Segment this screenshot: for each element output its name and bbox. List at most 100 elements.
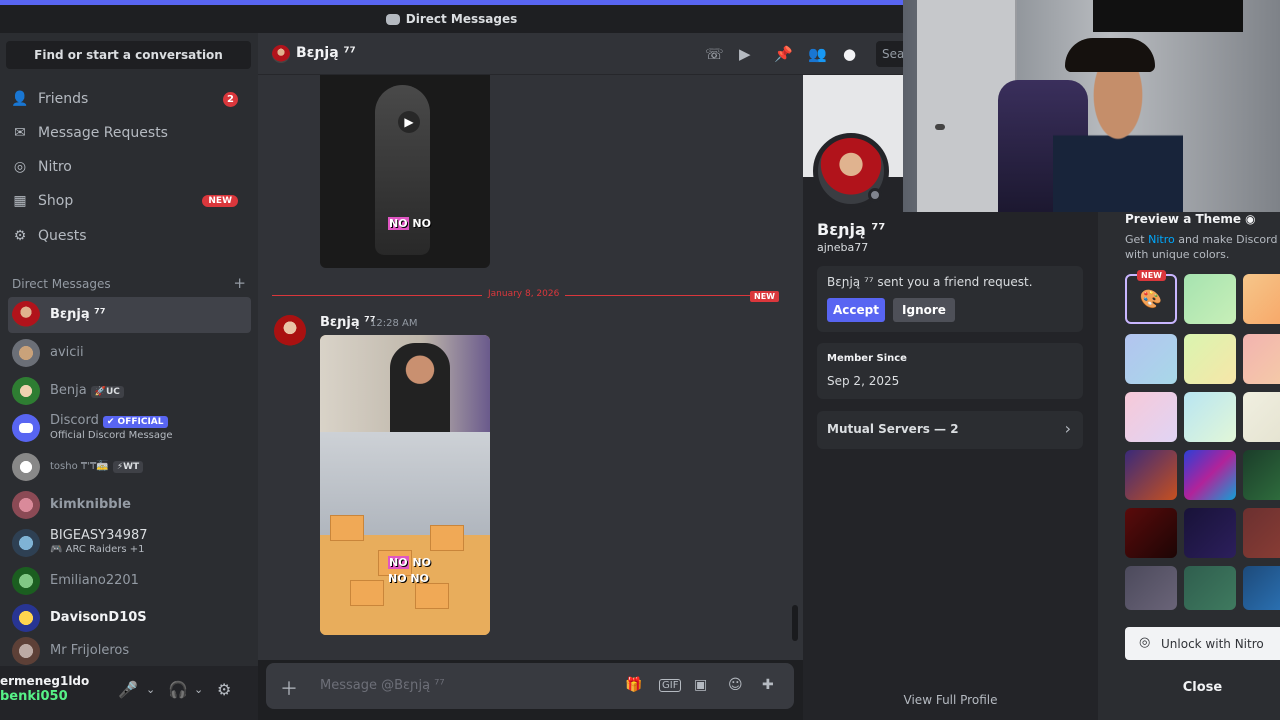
dm-item-discord[interactable]: Discord ✔ OFFICIAL Official Discord Messa… xyxy=(8,408,251,448)
phone-call-icon[interactable]: ☏ xyxy=(705,45,724,63)
chevron-right-icon: › xyxy=(1064,419,1071,438)
dm-item-benja[interactable]: Benja 🚀UC xyxy=(8,373,251,409)
sidebar-item-quests[interactable]: ⚙ Quests xyxy=(8,220,250,252)
user-info[interactable]: ermeneg1ldo benki050 xyxy=(0,674,89,704)
accept-button[interactable]: Accept xyxy=(827,298,885,322)
dm-name: Discord ✔ OFFICIAL xyxy=(50,413,173,429)
unlock-label: Unlock with Nitro xyxy=(1161,636,1264,651)
unlock-with-nitro-button[interactable]: ◎ Unlock with Nitro xyxy=(1125,627,1280,660)
sticker-icon[interactable]: ▣ xyxy=(694,677,707,693)
member-since-card: Member Since Sep 2, 2025 xyxy=(817,343,1083,399)
member-since-label: Member Since xyxy=(827,353,907,364)
dm-section-header: Direct Messages + xyxy=(12,276,246,292)
date-divider-label: January 8, 2026 xyxy=(482,289,566,299)
theme-swatch-ocean[interactable] xyxy=(1243,566,1280,610)
video-attachment[interactable]: ▶ NO NO xyxy=(320,75,490,268)
ignore-button[interactable]: Ignore xyxy=(893,298,955,322)
dm-item-avicii[interactable]: avicii xyxy=(8,335,251,371)
close-button[interactable]: Close xyxy=(1125,672,1280,702)
theme-swatch-neon[interactable] xyxy=(1184,450,1236,500)
avatar[interactable] xyxy=(274,315,306,347)
theme-swatch-sky[interactable] xyxy=(1125,334,1177,384)
video-caption: NO NO NO NO xyxy=(388,555,431,587)
chat-scrollbar[interactable] xyxy=(792,605,798,641)
user-panel: ermeneg1ldo benki050 🎤 ⌄ 🎧 ⌄ ⚙ xyxy=(0,666,258,720)
sidebar-item-shop[interactable]: ▦ Shop NEW xyxy=(8,185,250,217)
apps-icon[interactable]: ✚ xyxy=(762,677,774,693)
dm-item-bigeasy[interactable]: BIGEASY34987 🎮 ARC Raiders +1 xyxy=(8,524,251,562)
message-timestamp: 12:28 AM xyxy=(370,318,418,329)
video-call-icon[interactable]: ▶ xyxy=(739,45,751,63)
caption-word: NO xyxy=(410,572,429,585)
theme-swatch-mint[interactable] xyxy=(1184,274,1236,324)
nitro-link[interactable]: Nitro xyxy=(1148,233,1175,246)
theme-swatch-brick[interactable] xyxy=(1243,508,1280,558)
discord-logo-icon xyxy=(12,414,40,442)
dm-item-tosho[interactable]: tosho ₸'₸🚋 ⚡WT xyxy=(8,449,251,485)
theme-swatch-sunset[interactable] xyxy=(1125,450,1177,500)
caption-word: NO xyxy=(388,572,407,585)
quests-icon: ⚙ xyxy=(13,228,27,244)
chevron-down-icon[interactable]: ⌄ xyxy=(194,683,203,696)
message-input[interactable]: Message @Bεɲją ⁷⁷ xyxy=(320,678,445,693)
gift-icon[interactable]: 🎁 xyxy=(625,677,642,693)
message-author[interactable]: Bεɲją ⁷⁷ xyxy=(320,315,376,330)
gif-icon[interactable]: GIF xyxy=(659,679,682,692)
headphones-icon[interactable]: 🎧 xyxy=(168,680,188,699)
theme-swatch-aqua[interactable] xyxy=(1184,392,1236,442)
dm-name-text: Benja xyxy=(50,382,87,398)
theme-swatch-lime[interactable] xyxy=(1184,334,1236,384)
create-dm-button[interactable]: + xyxy=(233,276,246,291)
dm-item-kimknibble[interactable]: kimknibble xyxy=(8,487,251,523)
window-title-bar: Direct Messages xyxy=(0,5,903,33)
add-attachment-icon[interactable]: ＋ xyxy=(280,675,298,701)
nav-label: Nitro xyxy=(38,159,72,175)
friends-icon: 👤 xyxy=(11,91,29,107)
theme-swatch-cream[interactable] xyxy=(1243,392,1280,442)
theme-swatch-peach[interactable] xyxy=(1243,274,1280,324)
dm-item-benja77[interactable]: Bεɲją ⁷⁷ xyxy=(8,297,251,333)
theme-preview-panel: Preview a Theme ◉ Get Nitro and make Dis… xyxy=(1098,212,1280,720)
theme-swatch-default[interactable]: NEW 🎨 xyxy=(1125,270,1177,324)
dm-name: Mr Frijoleros xyxy=(50,643,130,658)
theme-swatch-jade[interactable] xyxy=(1184,566,1236,610)
sidebar-item-message-requests[interactable]: ✉ Message Requests xyxy=(8,117,250,149)
nitro-icon: ◎ xyxy=(13,159,27,175)
nav-label: Friends xyxy=(38,91,89,107)
theme-swatch-pink[interactable] xyxy=(1125,392,1177,442)
sidebar-item-nitro[interactable]: ◎ Nitro xyxy=(8,151,250,183)
avatar xyxy=(12,301,40,329)
video-box xyxy=(430,525,464,551)
profile-display-name: Bεɲją ⁷⁷ xyxy=(817,220,886,239)
caption-word: NO xyxy=(388,556,409,569)
message-list: ▶ NO NO January 8, 2026 NEW Bεɲją ⁷⁷ 12:… xyxy=(258,75,803,660)
mutual-servers-button[interactable]: Mutual Servers — 2 › xyxy=(817,411,1083,449)
play-icon[interactable]: ▶ xyxy=(398,111,420,133)
avatar xyxy=(12,604,40,632)
emoji-icon[interactable]: ☺ xyxy=(728,677,743,693)
find-conversation-button[interactable]: Find or start a conversation xyxy=(6,41,251,69)
theme-swatch-forest[interactable] xyxy=(1243,450,1280,500)
webcam-monitor xyxy=(1093,0,1243,32)
gear-icon[interactable]: ⚙ xyxy=(217,680,231,699)
friend-request-text: Bεɲją ⁷⁷ sent you a friend request. xyxy=(827,275,1033,289)
theme-swatch-crimson[interactable] xyxy=(1125,508,1177,558)
dm-name: DavisonD10S xyxy=(50,610,147,625)
dm-item-emiliano[interactable]: Emiliano2201 xyxy=(8,563,251,599)
user-profile-icon[interactable]: ● xyxy=(843,45,856,63)
pin-icon[interactable]: 📌 xyxy=(774,45,793,63)
dm-item-davison[interactable]: DavisonD10S xyxy=(8,600,251,636)
theme-swatch-midnight[interactable] xyxy=(1184,508,1236,558)
dm-item-frijoleros[interactable]: Mr Frijoleros xyxy=(8,633,251,669)
chevron-down-icon[interactable]: ⌄ xyxy=(146,683,155,696)
add-friends-icon[interactable]: 👥 xyxy=(808,45,827,63)
shop-icon: ▦ xyxy=(13,193,27,209)
new-messages-tag: NEW xyxy=(750,291,779,302)
view-full-profile-button[interactable]: View Full Profile xyxy=(803,693,1098,707)
friends-badge: 2 xyxy=(223,91,238,107)
theme-swatch-rose[interactable] xyxy=(1243,334,1280,384)
video-attachment[interactable]: NO NO NO NO xyxy=(320,335,490,635)
mic-muted-icon[interactable]: 🎤 xyxy=(118,680,138,699)
sidebar-item-friends[interactable]: 👤 Friends 2 xyxy=(8,83,250,115)
theme-swatch-dusk[interactable] xyxy=(1125,566,1177,610)
